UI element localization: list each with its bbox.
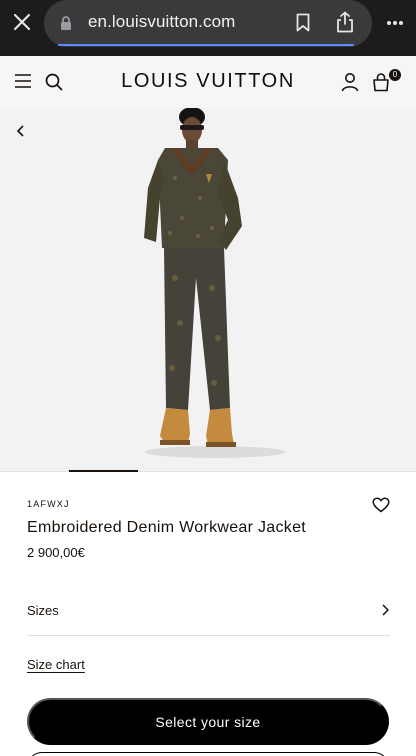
- product-sku: 1AFWXJ: [27, 499, 70, 509]
- address-bar[interactable]: en.louisvuitton.com: [44, 0, 372, 47]
- url-text: en.louisvuitton.com: [88, 12, 236, 31]
- bag-icon[interactable]: [372, 72, 390, 92]
- product-name: Embroidered Denim Workwear Jacket: [27, 519, 307, 536]
- browser-toolbar: en.louisvuitton.com: [0, 0, 416, 56]
- secondary-button-edge[interactable]: [27, 752, 389, 756]
- close-icon[interactable]: [12, 12, 32, 32]
- lock-icon: [61, 16, 71, 30]
- heart-icon[interactable]: [372, 497, 390, 513]
- sizes-label: Sizes: [27, 603, 59, 618]
- product-gallery[interactable]: [0, 108, 416, 472]
- gallery-indicator: [69, 470, 138, 472]
- product-image[interactable]: [120, 108, 300, 472]
- gallery-track: [0, 471, 416, 472]
- more-icon[interactable]: [386, 20, 404, 26]
- product-price: 2 900,00€: [27, 545, 85, 560]
- select-size-button[interactable]: Select your size: [27, 698, 389, 745]
- bookmark-icon[interactable]: [296, 13, 310, 32]
- size-chart-link[interactable]: Size chart: [27, 657, 85, 672]
- site-header: LOUIS VUITTON 0: [0, 56, 416, 108]
- chevron-left-icon[interactable]: [15, 124, 27, 138]
- page-load-progress: [58, 44, 354, 46]
- chevron-right-icon: [382, 604, 389, 616]
- account-icon[interactable]: [341, 72, 359, 92]
- sizes-selector[interactable]: Sizes: [27, 596, 390, 636]
- bag-count-badge: 0: [389, 69, 401, 81]
- share-icon[interactable]: [336, 11, 354, 33]
